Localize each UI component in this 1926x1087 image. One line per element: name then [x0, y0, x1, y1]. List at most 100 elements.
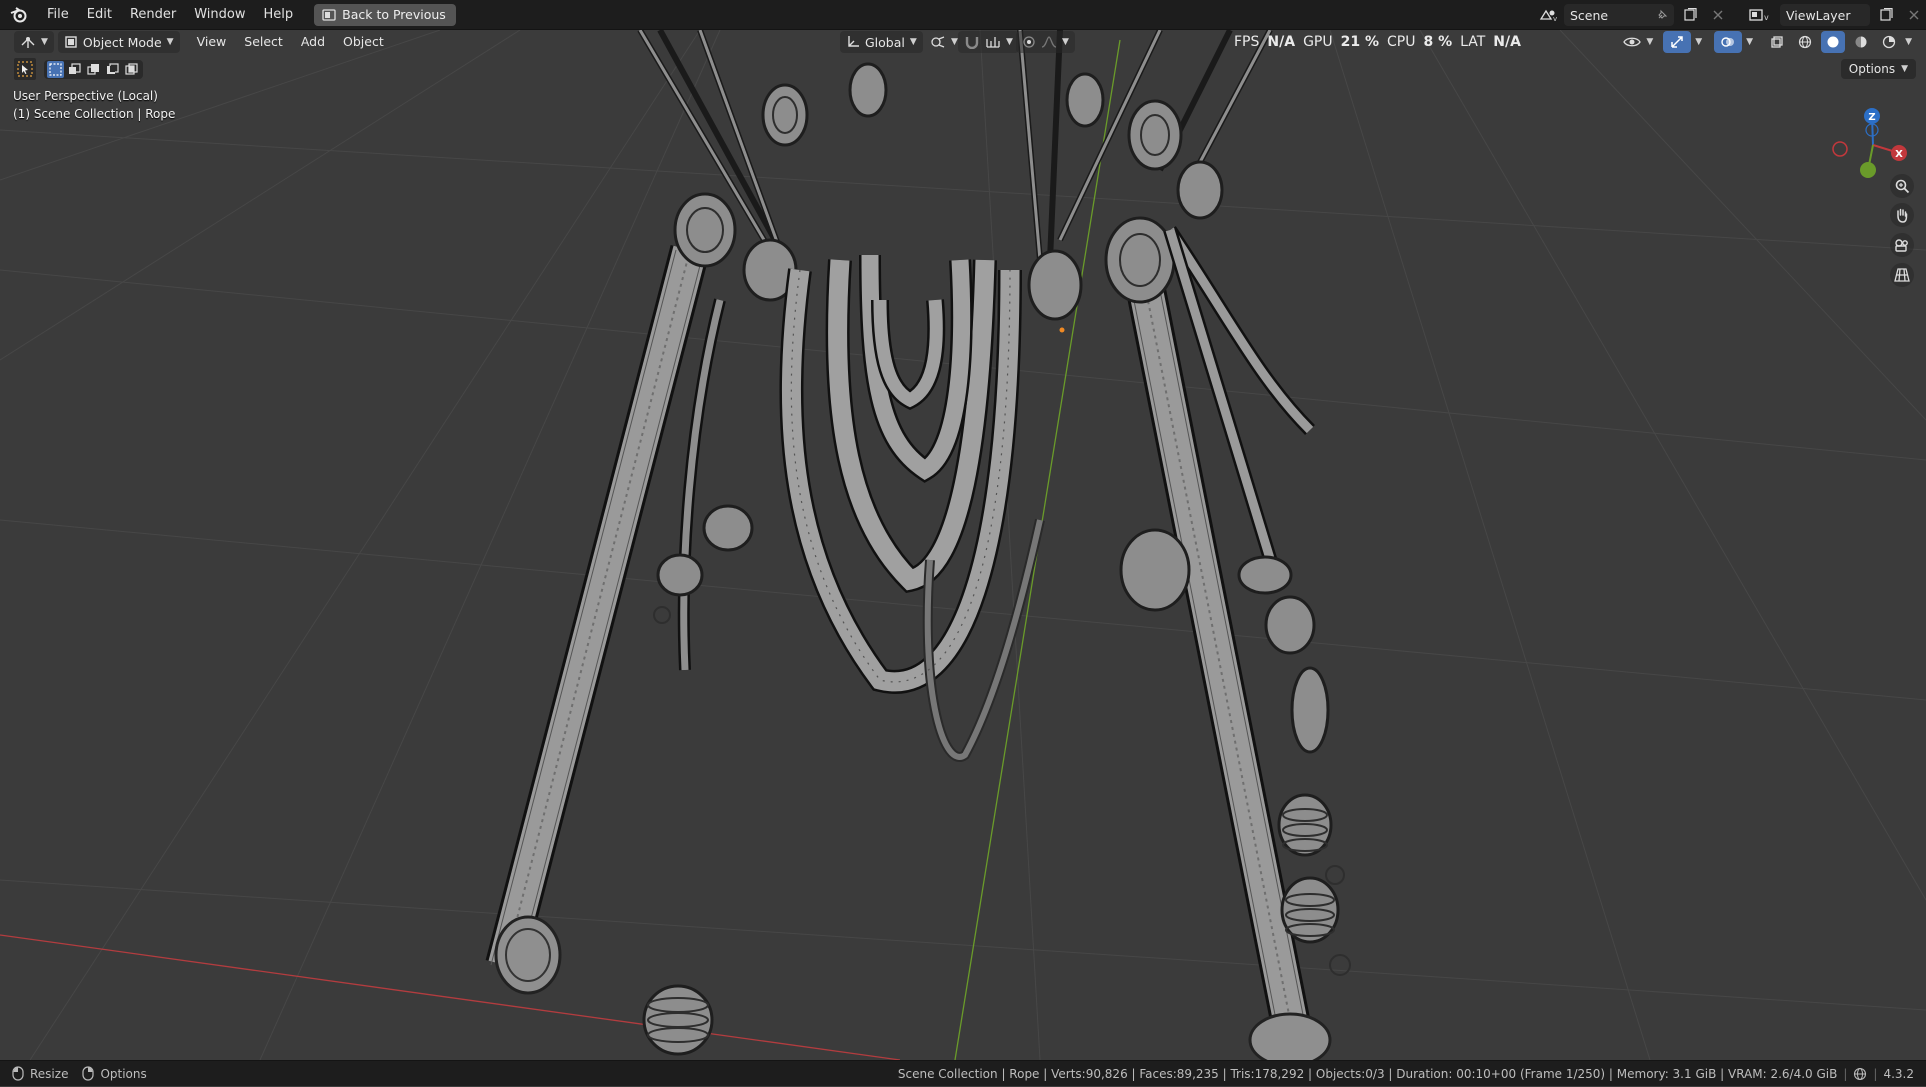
chevron-down-icon: ▼	[951, 37, 958, 47]
material-preview-icon[interactable]	[1849, 31, 1873, 53]
viewport-header: ▼ Object Mode ▼ View Select Add Object G…	[0, 30, 1926, 54]
wireframe-shading-icon[interactable]	[1793, 31, 1817, 53]
performance-stats: FPS N/A GPU 21 % CPU 8 % LAT N/A	[1234, 30, 1521, 54]
gizmo-z-label: Z	[1868, 112, 1875, 123]
select-subtract-icon[interactable]	[85, 61, 102, 78]
tool-row	[14, 58, 143, 80]
delete-view-layer-icon[interactable]	[1902, 4, 1926, 26]
status-options-label: Options	[100, 1066, 147, 1081]
status-resize-label: Resize	[30, 1066, 69, 1081]
blender-version: 4.3.2	[1883, 1067, 1914, 1081]
object-mode-icon	[65, 36, 77, 48]
object-visibility-button[interactable]: ▼	[1617, 31, 1659, 53]
cpu-label: CPU	[1387, 34, 1416, 50]
menu-object[interactable]: Object	[334, 30, 393, 54]
chevron-down-icon: ▼	[909, 37, 917, 47]
falloff-icon	[1041, 36, 1057, 48]
transform-orientation-label: Global	[865, 34, 905, 50]
menu-window[interactable]: Window	[185, 0, 254, 30]
overlays-toggle[interactable]	[1714, 31, 1743, 53]
new-scene-icon[interactable]	[1678, 4, 1702, 26]
chevron-down-icon[interactable]: ▼	[1905, 37, 1912, 47]
xray-toggle-icon[interactable]	[1765, 31, 1789, 53]
chevron-down-icon[interactable]: ▼	[1746, 37, 1753, 47]
view-perspective-label: User Perspective (Local)	[13, 89, 158, 103]
proportional-editing-icon	[1023, 36, 1035, 48]
gizmos-toggle[interactable]	[1663, 31, 1692, 53]
chevron-down-icon: ▼	[1646, 37, 1654, 47]
menu-help[interactable]: Help	[255, 0, 303, 30]
chevron-down-icon[interactable]: ▼	[1695, 37, 1702, 47]
top-menubar: File Edit Render Window Help Back to Pre…	[0, 0, 1926, 30]
view-layer-selector[interactable]: ViewLayer	[1780, 4, 1870, 26]
editor-type-icon	[21, 37, 35, 48]
options-label: Options	[1848, 62, 1896, 76]
eye-icon	[1623, 37, 1642, 47]
left-leg-rope	[485, 244, 710, 995]
active-collection-label: (1) Scene Collection | Rope	[13, 107, 176, 121]
menu-add[interactable]: Add	[292, 30, 334, 54]
global-axes-icon	[848, 36, 859, 47]
chevron-down-icon: ▼	[166, 37, 174, 47]
chevron-down-icon: ▼	[41, 37, 48, 47]
pin-icon	[1658, 9, 1668, 19]
cursor-select-icon	[17, 61, 33, 77]
svg-text:v: v	[1764, 13, 1769, 22]
gpu-value: 21 %	[1340, 34, 1379, 50]
overlay-circles-icon	[1721, 37, 1735, 47]
mouse-left-icon	[12, 1066, 24, 1081]
new-view-layer-icon[interactable]	[1874, 4, 1898, 26]
scene-name: Scene	[1570, 7, 1609, 23]
camera-view-icon[interactable]	[1890, 233, 1914, 257]
options-dropdown[interactable]: Options ▼	[1840, 59, 1916, 79]
editor-type-button[interactable]: ▼	[14, 31, 54, 53]
lat-value: N/A	[1493, 34, 1521, 50]
mode-label: Object Mode	[82, 34, 162, 50]
cpu-value: 8 %	[1423, 34, 1453, 50]
view-layer-type-icon[interactable]: v	[1744, 4, 1776, 26]
mode-selector[interactable]: Object Mode ▼	[57, 31, 180, 53]
scene-statistics: Scene Collection | Rope | Verts:90,826 |…	[897, 1067, 1838, 1081]
solid-shading-icon[interactable]	[1821, 31, 1846, 53]
screen-icon	[322, 8, 336, 21]
select-difference-icon[interactable]	[104, 61, 121, 78]
floor-grid	[0, 30, 1926, 1060]
proportional-editing-toggle[interactable]: ▼	[1016, 31, 1075, 53]
blender-logo-icon[interactable]	[0, 0, 38, 30]
toggle-perspective-grid-icon[interactable]	[1890, 263, 1914, 287]
viewport-scene	[0, 30, 1926, 1060]
status-bar: Resize Options Scene Collection | Rope |…	[0, 1060, 1926, 1086]
back-to-previous-label: Back to Previous	[342, 7, 446, 22]
back-to-previous-button[interactable]: Back to Previous	[314, 3, 456, 26]
zoom-icon[interactable]	[1890, 174, 1914, 198]
menu-render[interactable]: Render	[121, 0, 185, 30]
lat-label: LAT	[1460, 34, 1486, 50]
scene-type-icon[interactable]: v	[1536, 4, 1560, 26]
chevron-down-icon: ▼	[1901, 64, 1908, 74]
delete-scene-icon[interactable]	[1706, 4, 1730, 26]
rendered-shading-icon[interactable]	[1877, 31, 1901, 53]
menu-select[interactable]: Select	[235, 30, 292, 54]
3d-viewport[interactable]: Z X	[0, 30, 1926, 1060]
x-axis-line	[0, 934, 901, 1060]
pivot-icon	[931, 36, 945, 48]
select-extend-icon[interactable]	[66, 61, 83, 78]
magnet-icon	[965, 37, 979, 49]
svg-text:v: v	[1553, 15, 1557, 22]
object-origin-dot	[1059, 327, 1065, 333]
pan-hand-icon[interactable]	[1890, 203, 1914, 227]
scene-selector[interactable]: Scene	[1564, 4, 1674, 26]
select-new-icon[interactable]	[47, 60, 64, 78]
fps-value: N/A	[1267, 34, 1296, 50]
menu-file[interactable]: File	[38, 0, 78, 30]
menu-edit[interactable]: Edit	[78, 0, 121, 30]
hanging-coils	[779, 254, 1045, 762]
mouse-right-icon	[82, 1066, 95, 1081]
active-tool-button[interactable]	[14, 58, 36, 80]
select-intersect-icon[interactable]	[123, 61, 140, 78]
network-globe-icon	[1854, 1067, 1867, 1081]
snapping-toggle[interactable]: ▼	[958, 31, 1019, 53]
transform-orientation-selector[interactable]: Global ▼	[840, 31, 923, 53]
chevron-down-icon: ▼	[1006, 37, 1013, 47]
menu-view[interactable]: View	[188, 30, 236, 54]
